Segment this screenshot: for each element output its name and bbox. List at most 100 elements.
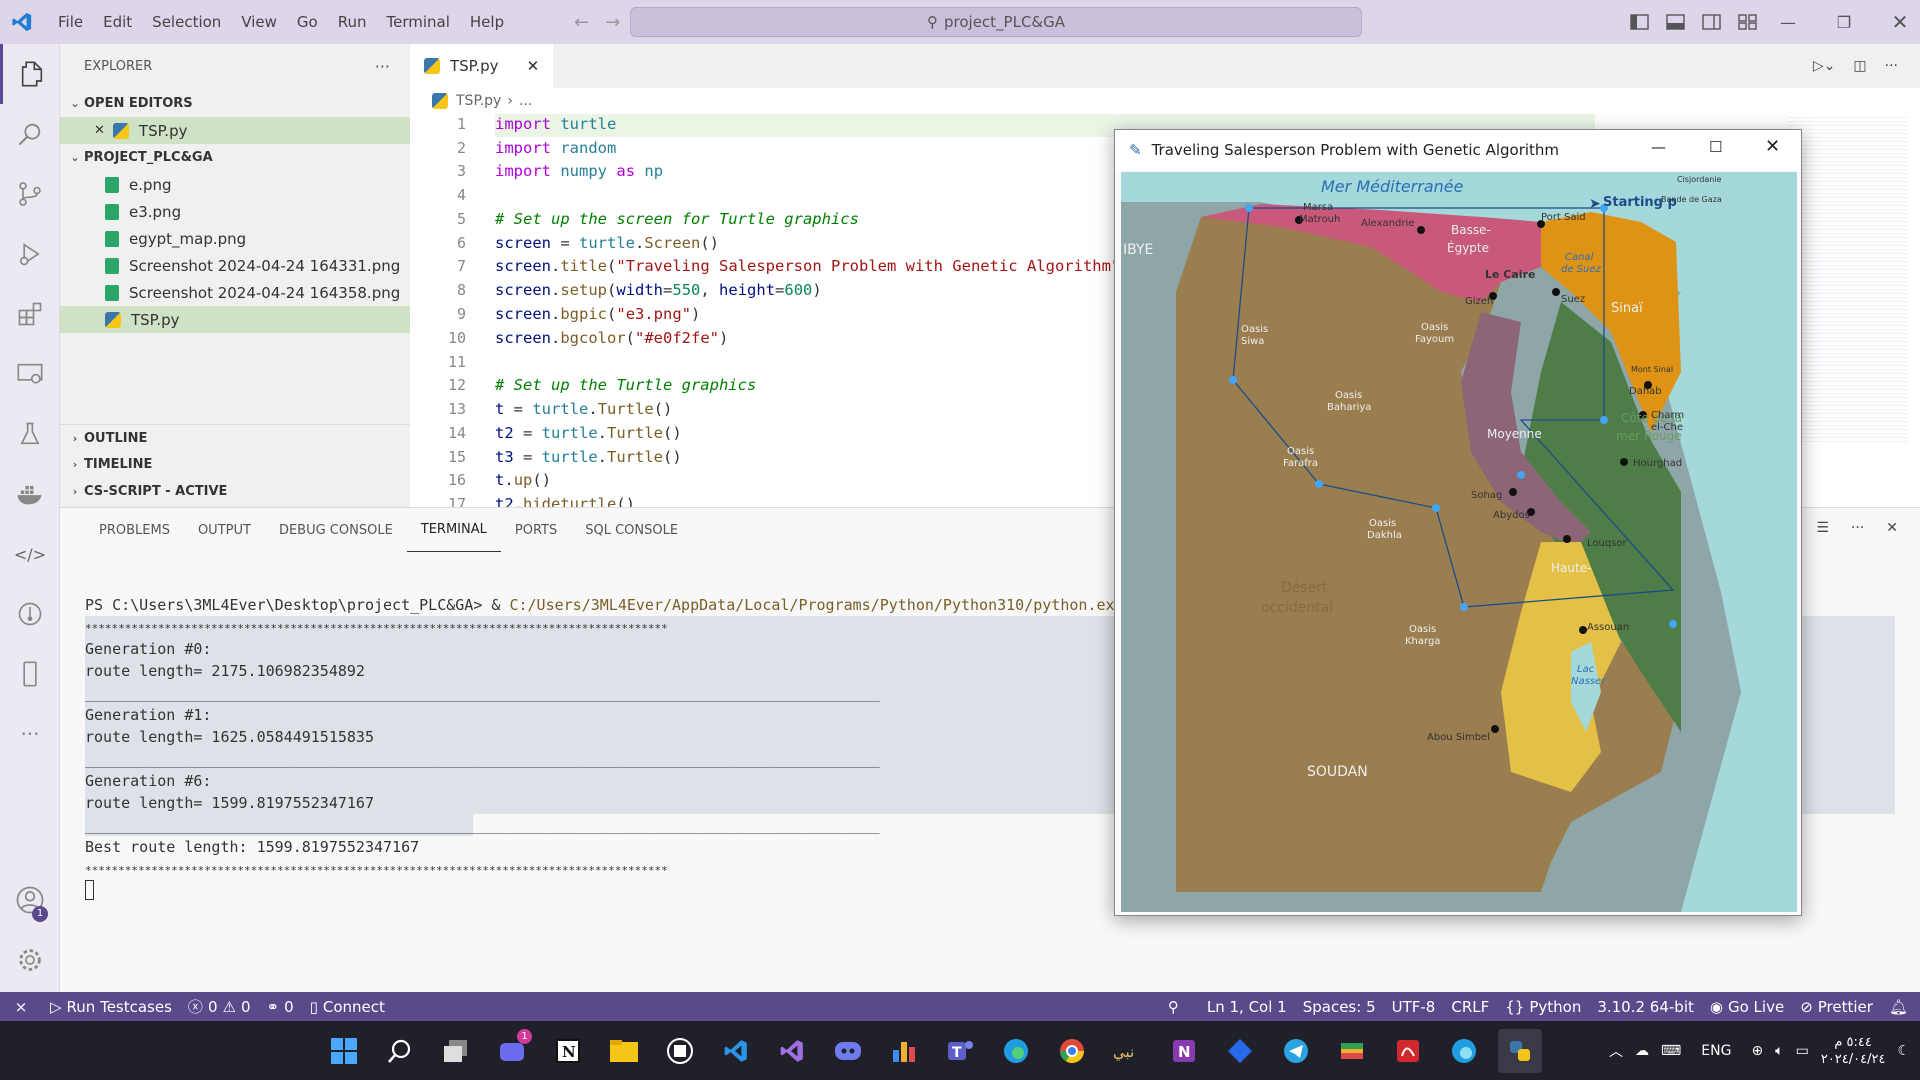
close-tab-icon[interactable]: ✕ bbox=[527, 57, 540, 75]
menu-edit[interactable]: Edit bbox=[93, 0, 142, 44]
cursor-position[interactable]: Ln 1, Col 1 bbox=[1199, 998, 1295, 1016]
open-editors-section[interactable]: ⌄ OPEN EDITORS bbox=[60, 90, 410, 117]
menu-go[interactable]: Go bbox=[287, 0, 328, 44]
telegram-icon[interactable] bbox=[1274, 1029, 1318, 1073]
minimize-icon[interactable]: — bbox=[1760, 13, 1816, 32]
indentation[interactable]: Spaces: 5 bbox=[1295, 998, 1384, 1016]
file-explorer-icon[interactable] bbox=[602, 1029, 646, 1073]
device-icon[interactable] bbox=[0, 644, 60, 704]
toggle-sidebar-icon[interactable] bbox=[1630, 13, 1650, 31]
command-center-search[interactable]: ⚲ project_PLC&GA bbox=[630, 7, 1362, 37]
more-actions-icon[interactable]: ··· bbox=[1851, 520, 1864, 536]
back-arrow-icon[interactable]: ← bbox=[574, 12, 605, 33]
chevron-up-icon[interactable]: ︿ bbox=[1609, 1041, 1623, 1061]
python-taskbar-icon[interactable] bbox=[1498, 1028, 1542, 1073]
toggle-secondary-sidebar-icon[interactable] bbox=[1702, 13, 1722, 31]
customize-layout-icon[interactable] bbox=[1738, 13, 1758, 31]
panel-menu-icon[interactable]: ☰ bbox=[1816, 520, 1829, 536]
store-icon[interactable] bbox=[658, 1029, 702, 1073]
menu-view[interactable]: View bbox=[231, 0, 287, 44]
menu-run[interactable]: Run bbox=[328, 0, 377, 44]
docker-icon[interactable] bbox=[0, 464, 60, 524]
file-item-selected[interactable]: TSP.py bbox=[60, 306, 410, 333]
search-icon[interactable] bbox=[378, 1029, 422, 1073]
toggle-panel-icon[interactable] bbox=[1666, 13, 1686, 31]
settings-gear-icon[interactable] bbox=[0, 930, 60, 990]
menu-help[interactable]: Help bbox=[460, 0, 514, 44]
battery-icon[interactable]: ▭ bbox=[1796, 1043, 1809, 1059]
minimize-icon[interactable]: — bbox=[1651, 138, 1666, 156]
tab-terminal[interactable]: TERMINAL bbox=[406, 508, 501, 552]
acrobat-icon[interactable] bbox=[1386, 1029, 1430, 1073]
open-editor-item[interactable]: ✕ TSP.py bbox=[60, 117, 410, 144]
onenote-icon[interactable]: N bbox=[1162, 1029, 1206, 1073]
breadcrumb-file[interactable]: TSP.py bbox=[456, 93, 501, 109]
teams-icon[interactable]: T bbox=[938, 1029, 982, 1073]
more-actions-icon[interactable]: ··· bbox=[1885, 58, 1898, 74]
encoding[interactable]: UTF-8 bbox=[1384, 998, 1444, 1016]
run-debug-icon[interactable] bbox=[0, 224, 60, 284]
problems-status[interactable]: ⓧ 0 ⚠ 0 bbox=[180, 996, 259, 1017]
prettier-status[interactable]: ⊘ Prettier bbox=[1792, 998, 1881, 1016]
close-panel-icon[interactable]: ✕ bbox=[1886, 520, 1898, 536]
arabic-app-icon[interactable]: ﻧﺒﻲ bbox=[1106, 1029, 1150, 1073]
testing-icon[interactable] bbox=[0, 404, 60, 464]
onedrive-icon[interactable]: ☁ bbox=[1635, 1043, 1649, 1059]
tab-tsp-py[interactable]: TSP.py ✕ bbox=[410, 44, 554, 88]
file-item[interactable]: Screenshot 2024-04-24 164358.png bbox=[60, 279, 410, 306]
notifications-bell-icon[interactable]: 🔔︎ bbox=[1881, 998, 1920, 1016]
moon-icon[interactable]: ☾ bbox=[1897, 1043, 1910, 1059]
task-view-icon[interactable] bbox=[434, 1029, 478, 1073]
go-live-button[interactable]: ◉ Go Live bbox=[1702, 998, 1792, 1016]
network-icon[interactable]: ⊕ bbox=[1751, 1043, 1763, 1059]
notion-icon[interactable]: N bbox=[546, 1029, 590, 1073]
tab-sql-console[interactable]: SQL CONSOLE bbox=[571, 508, 692, 552]
code-tags-icon[interactable]: </> bbox=[0, 524, 60, 584]
remote-indicator[interactable]: ⨯ bbox=[0, 997, 42, 1016]
more-icon[interactable]: ··· bbox=[0, 704, 60, 764]
edge-icon[interactable] bbox=[994, 1029, 1038, 1073]
accounts-icon[interactable]: 1 bbox=[0, 870, 60, 930]
breadcrumb-symbol[interactable]: ... bbox=[519, 93, 532, 109]
edge-dev-icon[interactable] bbox=[1442, 1029, 1486, 1073]
project-section[interactable]: ⌄ PROJECT_PLC&GA bbox=[60, 144, 410, 171]
explorer-icon[interactable] bbox=[0, 44, 60, 104]
vscode-taskbar-icon[interactable] bbox=[714, 1029, 758, 1073]
outline-section[interactable]: › OUTLINE bbox=[60, 424, 410, 451]
zoom-icon[interactable]: ⚲ bbox=[1160, 998, 1199, 1016]
language-mode[interactable]: {} Python bbox=[1497, 998, 1589, 1016]
file-item[interactable]: e3.png bbox=[60, 198, 410, 225]
tab-debug-console[interactable]: DEBUG CONSOLE bbox=[265, 508, 407, 552]
split-editor-icon[interactable]: ◫ bbox=[1853, 58, 1866, 74]
menu-terminal[interactable]: Terminal bbox=[377, 0, 460, 44]
git-graph-icon[interactable] bbox=[0, 584, 60, 644]
run-icon[interactable]: ▷⌄ bbox=[1813, 58, 1836, 74]
minimap[interactable] bbox=[1788, 114, 1908, 444]
close-icon[interactable]: ✕ bbox=[1872, 10, 1920, 34]
charts-app-icon[interactable] bbox=[882, 1029, 926, 1073]
maximize-icon[interactable]: ❐ bbox=[1816, 13, 1872, 32]
visual-studio-icon[interactable] bbox=[770, 1029, 814, 1073]
python-version[interactable]: 3.10.2 64-bit bbox=[1589, 998, 1702, 1016]
close-icon[interactable]: ✕ bbox=[1765, 136, 1780, 157]
volume-icon[interactable]: 🔈︎ bbox=[1775, 1043, 1783, 1059]
menu-file[interactable]: File bbox=[48, 0, 93, 44]
ports-status[interactable]: ⚭ 0 bbox=[258, 998, 301, 1016]
tab-output[interactable]: OUTPUT bbox=[184, 508, 265, 552]
search-view-icon[interactable] bbox=[0, 104, 60, 164]
menu-selection[interactable]: Selection bbox=[142, 0, 231, 44]
extensions-icon[interactable] bbox=[0, 284, 60, 344]
more-actions-icon[interactable]: ··· bbox=[375, 57, 390, 76]
tab-ports[interactable]: PORTS bbox=[501, 508, 571, 552]
clock[interactable]: ٥:٤٤ م ٢٠٢٤/٠٤/٢٤ bbox=[1821, 1034, 1886, 1068]
connect-button[interactable]: ▯ Connect bbox=[302, 998, 393, 1016]
maximize-icon[interactable]: ☐ bbox=[1709, 138, 1722, 156]
meet-icon[interactable]: 1 bbox=[490, 1028, 534, 1073]
file-item[interactable]: e.png bbox=[60, 171, 410, 198]
source-control-icon[interactable] bbox=[0, 164, 60, 224]
remote-explorer-icon[interactable] bbox=[0, 344, 60, 404]
language-indicator[interactable]: ENG bbox=[1701, 1043, 1731, 1059]
run-testcases-button[interactable]: ▷ Run Testcases bbox=[42, 998, 180, 1016]
cs-script-section[interactable]: › CS-SCRIPT - ACTIVE bbox=[60, 478, 410, 505]
windows-start-icon[interactable] bbox=[322, 1029, 366, 1073]
